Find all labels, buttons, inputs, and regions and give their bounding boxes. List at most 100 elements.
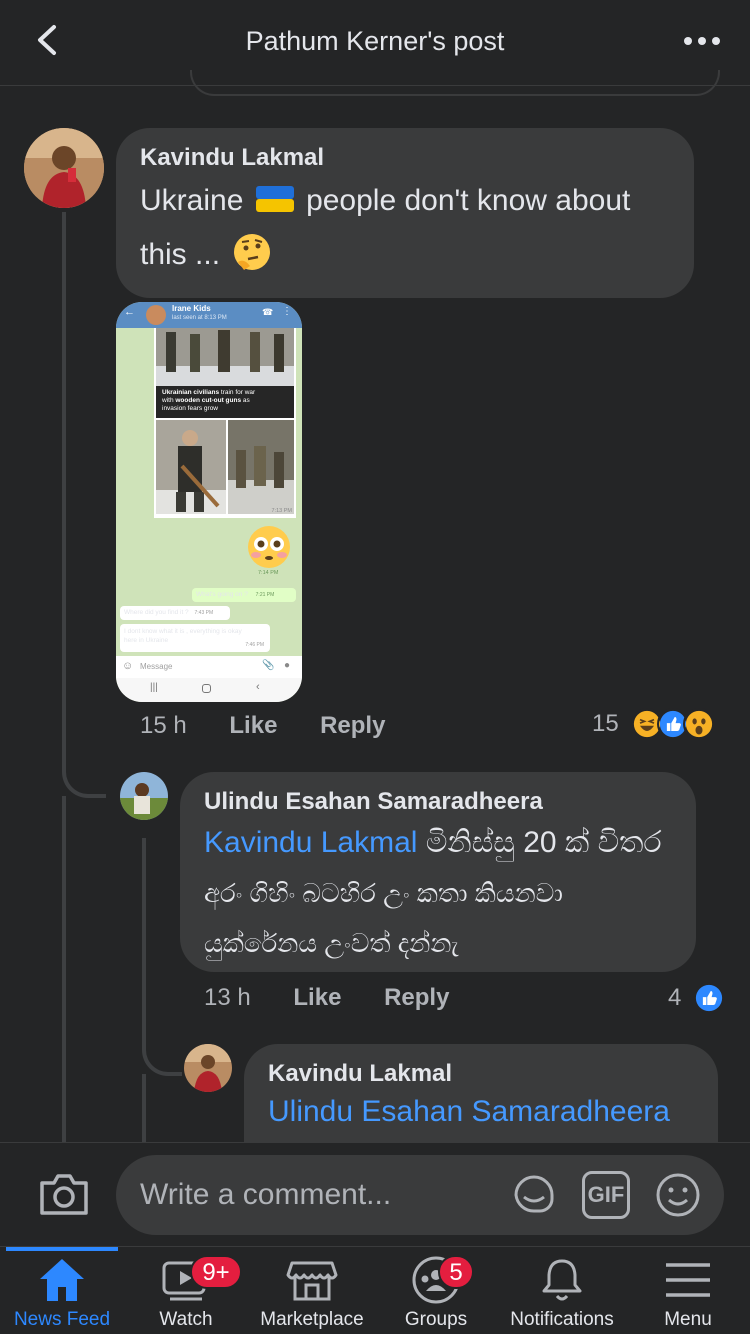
avatar-photo <box>184 1044 232 1092</box>
top-bar: Pathum Kerner's post <box>0 0 750 96</box>
chat-last-seen: last seen at 8:13 PM <box>172 315 227 321</box>
avatar-photo <box>120 772 168 820</box>
previous-comment-bubble-edge <box>190 70 720 96</box>
thinking-face-emoji-icon <box>234 234 271 270</box>
ukraine-flag-icon <box>255 186 294 212</box>
tab-watch[interactable]: 9+ Watch <box>124 1247 248 1334</box>
caption-bold: Ukrainian civilians <box>162 389 220 396</box>
chat-input-bar: ☺ Message 📎 ● <box>116 656 302 678</box>
tab-label: News Feed <box>13 1309 111 1330</box>
comment-text: Kavindu Lakmal මිනිස්සු 20 ක් විතර අරං ග… <box>204 818 672 968</box>
comment-text: Ukraine people don't know about this ... <box>140 174 670 282</box>
thread-line <box>142 838 146 1038</box>
thread-line <box>62 212 66 772</box>
chat-avatar <box>146 305 166 325</box>
avatar[interactable] <box>24 128 104 208</box>
mention-link[interactable]: Ulindu Esahan Samaradheera <box>268 1095 670 1128</box>
caption-text: invasion fears grow <box>162 405 218 412</box>
forwarded-photo: Ukrainian civilians train for war with w… <box>154 328 296 518</box>
page-title: Pathum Kerner's post <box>245 26 505 56</box>
more-options-icon[interactable] <box>682 26 722 56</box>
camera-icon[interactable] <box>38 1171 90 1217</box>
chat-input-placeholder: Message <box>140 662 173 671</box>
avatar[interactable] <box>184 1044 232 1092</box>
comment-author[interactable]: Ulindu Esahan Samaradheera <box>204 788 672 816</box>
comment-bubble[interactable]: Kavindu Lakmal Ukraine people don't know… <box>116 128 694 298</box>
back-nav-icon: ‹ <box>256 681 260 693</box>
wow-reaction-icon <box>682 708 715 740</box>
comment-text-part: මිනිස්සු 20 ක් විතර <box>425 826 662 859</box>
thread-line <box>62 796 66 1146</box>
sticker-icon[interactable] <box>510 1171 558 1219</box>
notification-badge: 5 <box>438 1255 474 1289</box>
avatar-photo <box>24 128 104 208</box>
tab-menu[interactable]: Menu <box>626 1247 750 1334</box>
tab-label: Notifications <box>510 1309 614 1330</box>
message-time: 7:43 PM <box>194 610 214 616</box>
tab-news-feed[interactable]: News Feed <box>0 1247 124 1334</box>
message-text: Where did you find it ? <box>124 609 189 616</box>
tab-notifications[interactable]: Notifications <box>500 1247 624 1334</box>
message-time: 7:13 PM <box>271 508 292 514</box>
recent-apps-icon: ||| <box>150 682 158 693</box>
bell-icon <box>542 1259 582 1301</box>
tab-label: Menu <box>664 1309 712 1330</box>
comment-text-part: people don't know about <box>306 184 631 217</box>
comment-author[interactable]: Kavindu Lakmal <box>140 144 670 172</box>
comment-input-container[interactable]: GIF <box>116 1155 724 1235</box>
message-text: What's going on ? <box>196 591 248 598</box>
avatar[interactable] <box>120 772 168 820</box>
marketplace-icon <box>286 1261 338 1301</box>
thread-line <box>142 1074 146 1146</box>
gif-button[interactable]: GIF <box>582 1171 630 1219</box>
caption-text: train for war <box>219 389 256 396</box>
caption-text: as <box>241 397 250 404</box>
caption-text: with <box>162 397 176 404</box>
tab-label: Marketplace <box>260 1309 364 1330</box>
message-time: 7:21 PM <box>255 592 275 598</box>
comment-text-part: this ... <box>140 238 221 271</box>
tab-marketplace[interactable]: Marketplace <box>250 1247 374 1334</box>
reply-button[interactable]: Reply <box>320 712 385 739</box>
mention-link[interactable]: Kavindu Lakmal <box>204 826 417 859</box>
photo-caption: Ukrainian civilians train for war with w… <box>156 386 294 418</box>
photo-soldiers-top <box>156 328 294 386</box>
comment-author[interactable]: Kavindu Lakmal <box>268 1060 694 1088</box>
message-time: 7:46 PM <box>245 642 264 648</box>
photo-man-with-gun <box>156 420 226 514</box>
tab-label: Watch <box>159 1309 213 1330</box>
comment-text-part: Ukraine <box>140 184 244 217</box>
phone-nav-bar: ||| ‹ <box>116 678 302 702</box>
reply-button[interactable]: Reply <box>384 984 449 1011</box>
phone-icon: ☎ <box>262 307 274 317</box>
comment-actions: 13 h Like Reply <box>204 984 485 1012</box>
chat-message-incoming: I dont know what it is , everything is o… <box>120 624 270 652</box>
reaction-summary[interactable]: 4 <box>668 982 726 1014</box>
flushed-face-emoji-icon <box>248 526 290 568</box>
comment-time: 13 h <box>204 984 251 1011</box>
like-button[interactable]: Like <box>229 712 277 739</box>
chat-header: ← Irane Kids last seen at 8:13 PM ☎ ⋮ <box>116 302 302 328</box>
bottom-tab-bar: News Feed 9+ Watch Marketplace 5 Groups … <box>0 1246 750 1334</box>
more-options-icon: ⋮ <box>282 306 292 317</box>
back-arrow-icon: ← <box>124 306 135 318</box>
like-reaction-icon <box>693 982 726 1014</box>
reaction-count: 15 <box>592 710 619 737</box>
notification-badge: 9+ <box>190 1255 242 1289</box>
comment-text: Ulindu Esahan Samaradheera <box>268 1090 694 1134</box>
emoji-icon: ☺ <box>122 660 134 672</box>
comment-input[interactable] <box>140 1173 500 1217</box>
comment-attachment-image[interactable]: ← Irane Kids last seen at 8:13 PM ☎ ⋮ Uk… <box>116 302 302 702</box>
like-button[interactable]: Like <box>293 984 341 1011</box>
tab-groups[interactable]: 5 Groups <box>374 1247 498 1334</box>
photo-training-group <box>228 420 294 514</box>
emoji-icon[interactable] <box>654 1171 702 1219</box>
message-time: 7:14 PM <box>258 570 279 576</box>
menu-icon <box>666 1263 710 1297</box>
chat-message-outgoing: What's going on ? 7:21 PM <box>192 588 296 602</box>
reaction-summary[interactable]: 15 <box>592 708 715 740</box>
comment-composer: GIF <box>0 1142 750 1246</box>
comment-bubble[interactable]: Ulindu Esahan Samaradheera Kavindu Lakma… <box>180 772 696 972</box>
home-button-icon <box>202 684 211 693</box>
thread-connector <box>142 1036 182 1076</box>
